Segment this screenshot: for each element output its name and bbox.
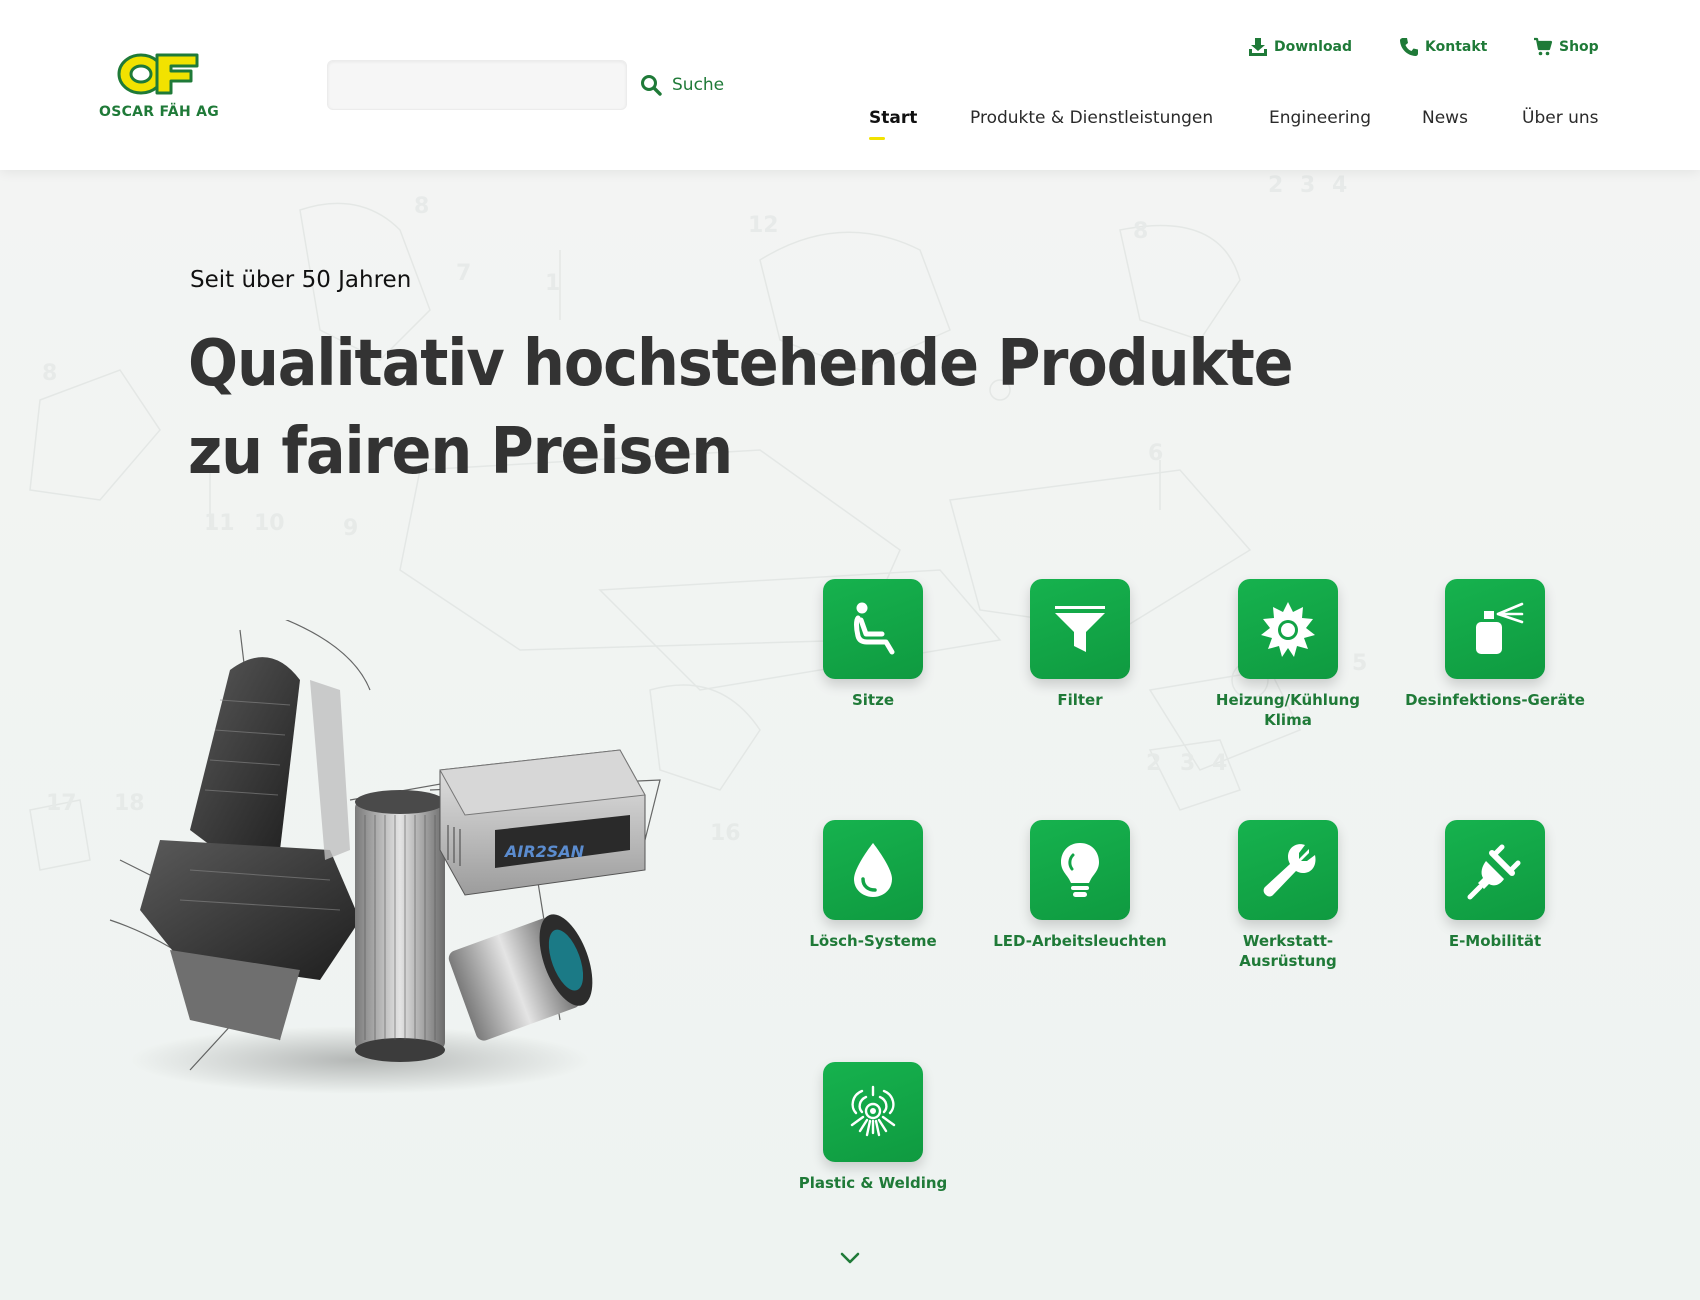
category-tile	[1030, 820, 1130, 920]
category-tile	[823, 820, 923, 920]
category-tile	[1445, 579, 1545, 679]
bulb-icon	[1061, 843, 1099, 897]
svg-text:12: 12	[748, 213, 779, 238]
filter-icon	[1055, 606, 1105, 652]
nav-item-engineering[interactable]: Engineering	[1269, 108, 1371, 128]
nav-item-start[interactable]: Start	[869, 108, 917, 128]
download-label: Download	[1274, 39, 1353, 55]
category-led-lights[interactable]: LED-Arbeitsleuchten	[990, 820, 1170, 951]
search-input[interactable]	[327, 60, 627, 110]
download-link[interactable]: Download	[1248, 37, 1352, 57]
phone-icon	[1400, 38, 1418, 56]
category-climate[interactable]: Heizung/Kühlung Klima	[1198, 579, 1378, 730]
svg-text:4: 4	[1332, 173, 1347, 198]
shop-link[interactable]: Shop	[1533, 37, 1599, 57]
category-label: Werkstatt-Ausrüstung	[1239, 932, 1337, 970]
svg-text:9: 9	[343, 516, 358, 541]
hero-headline-line1: Qualitativ hochstehende Produkte	[188, 327, 1294, 401]
contact-link[interactable]: Kontakt	[1399, 37, 1487, 57]
search-icon	[641, 75, 662, 96]
svg-text:1: 1	[545, 271, 560, 296]
hero-section: 8 12 8 2 3 4 7 1 8 6 11 10 9 17 18 2 3 4…	[0, 170, 1700, 1300]
category-label: Plastic & Welding	[798, 1174, 948, 1192]
svg-text:8: 8	[414, 194, 429, 219]
svg-text:3: 3	[1300, 173, 1315, 198]
category-label: Lösch-Systeme	[809, 932, 937, 950]
welding-icon	[850, 1085, 896, 1137]
category-workshop[interactable]: Werkstatt-Ausrüstung	[1198, 820, 1378, 971]
category-label: LED-Arbeitsleuchten	[993, 932, 1167, 950]
svg-text:2: 2	[1146, 751, 1161, 776]
hero-eyebrow: Seit über 50 Jahren	[190, 267, 412, 293]
category-e-mobility[interactable]: E-Mobilität	[1405, 820, 1585, 951]
cart-icon	[1534, 37, 1553, 56]
category-plastic-welding[interactable]: Plastic & Welding	[783, 1062, 963, 1193]
category-tile	[1030, 579, 1130, 679]
download-icon	[1249, 38, 1267, 56]
category-tile	[1238, 579, 1338, 679]
category-label: Heizung/Kühlung Klima	[1215, 691, 1361, 729]
utility-nav: Download Kontakt Shop	[0, 37, 1700, 63]
drop-icon	[854, 843, 892, 897]
svg-text:2: 2	[1268, 173, 1283, 198]
nav-item-about[interactable]: Über uns	[1522, 108, 1599, 128]
plug-icon	[1467, 844, 1521, 900]
category-tile	[1445, 820, 1545, 920]
svg-text:10: 10	[254, 511, 285, 536]
spray-icon	[1476, 602, 1524, 654]
svg-text:16: 16	[710, 821, 741, 846]
nav-item-products[interactable]: Produkte & Dienstleistungen	[970, 108, 1213, 128]
shop-label: Shop	[1559, 39, 1599, 55]
category-label: E-Mobilität	[1448, 932, 1542, 950]
category-label: Sitze	[851, 691, 895, 709]
chevron-down-icon[interactable]	[838, 1250, 862, 1266]
category-tile	[1238, 820, 1338, 920]
category-label: Desinfektions-Geräte	[1405, 691, 1585, 709]
product-brand-text: AIR2SAN	[503, 842, 585, 861]
category-tile	[823, 1062, 923, 1162]
hero-headline: Qualitativ hochstehende Produkte zu fair…	[188, 320, 1294, 496]
svg-text:8: 8	[42, 361, 57, 386]
wrench-icon	[1263, 844, 1316, 897]
seat-icon	[854, 602, 895, 655]
main-nav: Start Produkte & Dienstleistungen Engine…	[0, 108, 1700, 138]
category-label: Filter	[1057, 691, 1103, 709]
category-tile	[823, 579, 923, 679]
category-filter[interactable]: Filter	[990, 579, 1170, 710]
category-extinguishing[interactable]: Lösch-Systeme	[783, 820, 963, 951]
search-button-label: Suche	[672, 75, 725, 95]
sun-icon	[1261, 602, 1315, 657]
svg-text:11: 11	[204, 511, 235, 536]
svg-text:7: 7	[456, 261, 471, 286]
svg-text:3: 3	[1180, 751, 1195, 776]
contact-label: Kontakt	[1425, 39, 1488, 55]
category-seats[interactable]: Sitze	[783, 579, 963, 710]
search-button[interactable]: Suche	[640, 70, 724, 100]
hero-headline-line2: zu fairen Preisen	[188, 415, 733, 489]
category-disinfection[interactable]: Desinfektions-Geräte	[1405, 579, 1585, 710]
svg-text:8: 8	[1133, 219, 1148, 244]
svg-text:17: 17	[46, 791, 77, 816]
product-illustration: AIR2SAN	[109, 620, 661, 1094]
svg-text:4: 4	[1212, 751, 1227, 776]
active-nav-indicator	[869, 137, 885, 140]
nav-item-news[interactable]: News	[1422, 108, 1468, 128]
site-header: OSCAR FÄH AG Suche Download Kontakt Shop…	[0, 0, 1700, 170]
